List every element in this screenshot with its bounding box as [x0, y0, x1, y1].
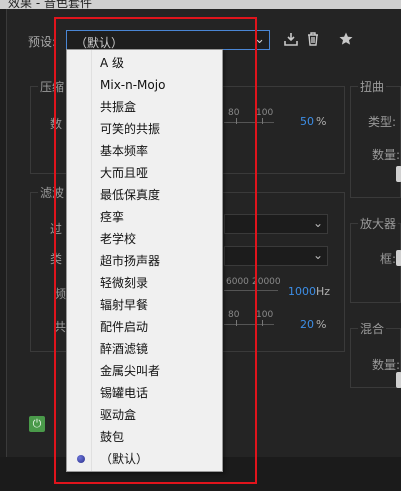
preset-option-label: 基本频率: [100, 144, 149, 158]
preset-option-label: 大而且哑: [100, 166, 149, 180]
preset-option-label: 痉挛: [100, 210, 125, 224]
preset-option[interactable]: 驱动盒: [67, 404, 222, 426]
preset-option-label: 超市扬声器: [100, 254, 161, 268]
preset-option[interactable]: 可笑的共振: [67, 118, 222, 140]
trash-icon[interactable]: [305, 31, 321, 51]
label-cut-3: 类: [50, 252, 63, 266]
preset-option-label: 共振盒: [100, 100, 137, 114]
preset-option[interactable]: 基本频率: [67, 140, 222, 162]
download-icon[interactable]: [283, 31, 299, 51]
preset-option[interactable]: （默认）: [67, 448, 222, 470]
tick-mark: [262, 118, 263, 124]
preset-option-label: 醉酒滤镜: [100, 342, 149, 356]
distortion-type-label: 类型:: [368, 115, 397, 129]
preset-option[interactable]: 大而且哑: [67, 162, 222, 184]
label-cut-5: 共: [54, 320, 67, 334]
preset-option[interactable]: Mix-n-Mojo: [67, 74, 222, 96]
distortion-label: 扭曲: [358, 78, 387, 95]
tick-label: 6000: [226, 277, 249, 287]
preset-option-label: （默认）: [100, 452, 149, 466]
preset-option-label: 金属尖叫者: [100, 364, 161, 378]
preset-option-label: 驱动盒: [100, 408, 137, 422]
box-label: 框:: [380, 252, 397, 266]
preset-option[interactable]: A 级: [67, 52, 222, 74]
preset-option-label: 锡罐电话: [100, 386, 149, 400]
tick-label: 100: [256, 310, 274, 320]
chevron-down-icon: ⌄: [254, 32, 265, 47]
tick-mark: [262, 320, 263, 326]
preset-option[interactable]: 最低保真度: [67, 184, 222, 206]
distortion-amount-label: 数量:: [372, 148, 401, 162]
preset-option-label: Mix-n-Mojo: [100, 78, 166, 92]
preset-option[interactable]: 轻微刻录: [67, 272, 222, 294]
resonance-slider-track[interactable]: [224, 324, 274, 325]
preset-option[interactable]: 老学校: [67, 228, 222, 250]
preset-select[interactable]: （默认） ⌄: [66, 30, 270, 50]
percent-value-2: 20: [300, 318, 314, 331]
preset-option[interactable]: 锡罐电话: [67, 382, 222, 404]
compressor-label: 压缩: [38, 78, 67, 95]
tick-label: 80: [228, 108, 240, 118]
star-icon[interactable]: [338, 31, 354, 51]
percent-unit: %: [316, 115, 327, 128]
preset-option-label: 最低保真度: [100, 188, 161, 202]
preset-dropdown-list: A 级 Mix-n-Mojo 共振盒可笑的共振基本频率大而且哑最低保真度痉挛老学校超…: [66, 49, 223, 472]
freq-slider-track[interactable]: [224, 290, 278, 291]
power-icon[interactable]: ⏻: [29, 416, 45, 432]
slider-knob[interactable]: [396, 250, 401, 266]
preset-option-label: 辐射早餐: [100, 298, 149, 312]
preset-option[interactable]: 超市扬声器: [67, 250, 222, 272]
percent-value-1: 50: [300, 115, 314, 128]
preset-option[interactable]: 共振盒: [67, 96, 222, 118]
preset-option-label: 可笑的共振: [100, 122, 161, 136]
preset-option-label: 老学校: [100, 232, 137, 246]
preset-option-label: 配件启动: [100, 320, 149, 334]
preset-option-label: 鼓包: [100, 430, 125, 444]
preset-option[interactable]: 金属尖叫者: [67, 360, 222, 382]
preset-option-label: A 级: [100, 56, 125, 70]
preset-option[interactable]: 辐射早餐: [67, 294, 222, 316]
tick-label: 100: [256, 108, 274, 118]
tick-mark: [236, 118, 237, 124]
preset-option[interactable]: 痉挛: [67, 206, 222, 228]
chevron-down-icon: ⌄: [312, 248, 323, 262]
window-title: 效果 - 音色套件: [8, 0, 92, 9]
frequency-value: 1000: [288, 285, 316, 298]
preset-option[interactable]: 鼓包: [67, 426, 222, 448]
preset-option[interactable]: 配件启动: [67, 316, 222, 338]
mix-amount-label: 数量:: [372, 358, 401, 372]
slider-knob[interactable]: [396, 372, 401, 388]
filter-label: 滤波: [38, 184, 67, 201]
amplifier-label: 放大器: [358, 215, 399, 232]
preset-option-label: 轻微刻录: [100, 276, 149, 290]
radio-selected-icon: [77, 455, 85, 463]
tick-label: 80: [228, 310, 240, 320]
percent-unit: %: [316, 318, 327, 331]
label-cut-2: 过: [50, 222, 63, 236]
tick-mark: [236, 320, 237, 326]
tick-label: 20000: [252, 277, 281, 287]
slider-knob[interactable]: [396, 166, 401, 182]
preset-label: 预设:: [28, 35, 57, 49]
preset-option[interactable]: 醉酒滤镜: [67, 338, 222, 360]
distortion-group: [350, 86, 401, 198]
label-cut-1: 数: [50, 117, 63, 131]
frequency-unit: Hz: [316, 285, 331, 298]
mix-label: 混合: [358, 320, 387, 337]
filter-select-2[interactable]: ⌄: [224, 246, 328, 266]
filter-select-1[interactable]: ⌄: [224, 214, 328, 234]
title-bar: 效果 - 音色套件: [0, 0, 401, 9]
slider-track[interactable]: [224, 122, 274, 123]
label-cut-4: 频: [54, 287, 67, 301]
chevron-down-icon: ⌄: [312, 216, 323, 230]
